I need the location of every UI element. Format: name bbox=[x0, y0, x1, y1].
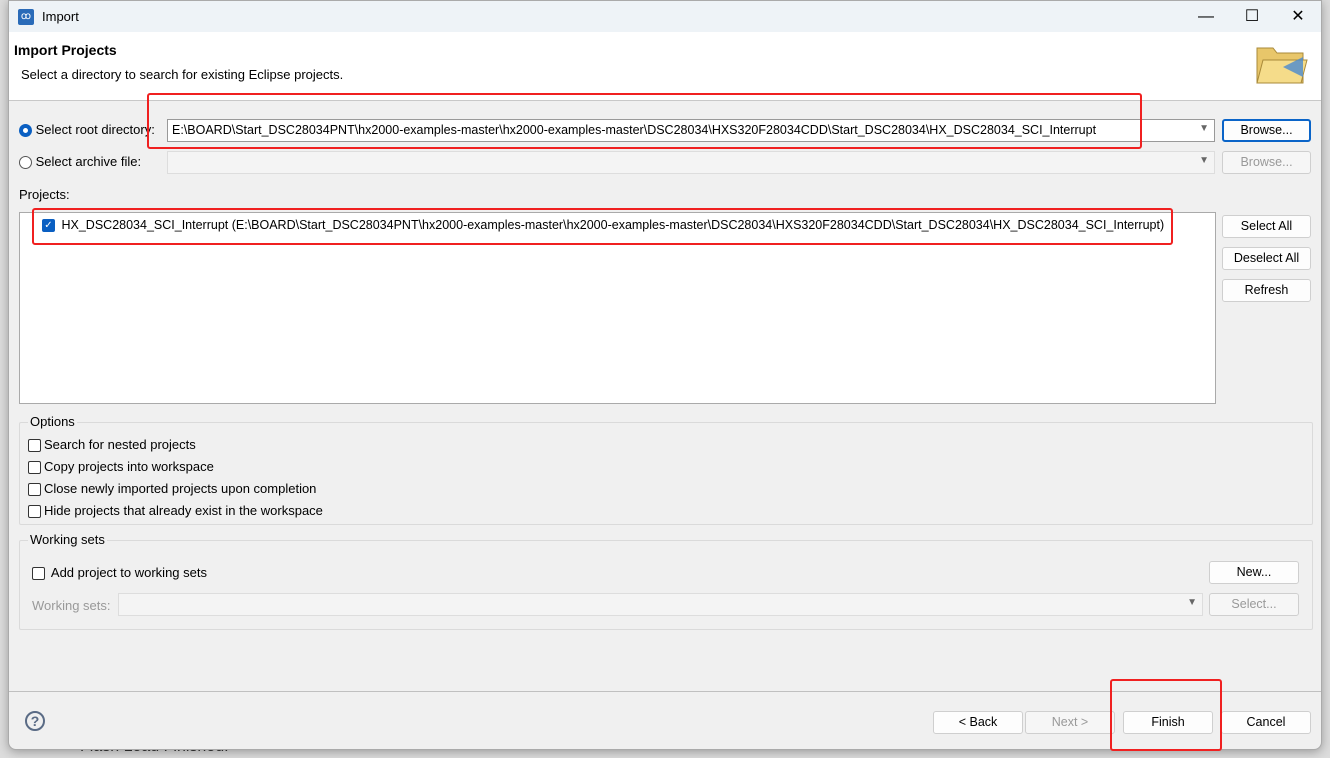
option-label: Close newly imported projects upon compl… bbox=[44, 481, 317, 496]
add-to-working-sets-label: Add project to working sets bbox=[50, 565, 207, 580]
help-icon[interactable]: ? bbox=[25, 711, 45, 731]
close-button[interactable]: ✕ bbox=[1275, 1, 1321, 32]
chevron-down-icon[interactable]: ▼ bbox=[1199, 123, 1209, 134]
add-to-working-sets-checkbox[interactable]: Add project to working sets bbox=[32, 565, 207, 581]
option-copy-projects[interactable]: Copy projects into workspace bbox=[28, 459, 214, 475]
option-hide-existing[interactable]: Hide projects that already exist in the … bbox=[28, 503, 323, 519]
projects-label: Projects: bbox=[19, 187, 70, 202]
folder-icon bbox=[1256, 47, 1308, 84]
options-title: Options bbox=[28, 414, 77, 429]
archive-file-combo[interactable]: ▼ bbox=[167, 151, 1215, 174]
chevron-down-icon[interactable]: ▼ bbox=[1187, 597, 1197, 608]
next-button[interactable]: Next > bbox=[1025, 711, 1115, 734]
option-close-projects[interactable]: Close newly imported projects upon compl… bbox=[28, 481, 317, 497]
highlight-root-directory bbox=[147, 93, 1142, 149]
working-sets-label: Working sets: bbox=[32, 598, 111, 613]
root-directory-label: Select root directory: bbox=[35, 122, 155, 137]
option-label: Hide projects that already exist in the … bbox=[44, 503, 323, 518]
page-description: Select a directory to search for existin… bbox=[21, 67, 344, 82]
new-working-set-button[interactable]: New... bbox=[1209, 561, 1299, 584]
root-directory-radio[interactable]: Select root directory: bbox=[19, 122, 155, 138]
option-nested-projects[interactable]: Search for nested projects bbox=[28, 437, 196, 453]
app-icon: ꝏ bbox=[18, 8, 34, 25]
archive-file-radio[interactable]: Select archive file: bbox=[19, 154, 142, 170]
maximize-button[interactable]: ☐ bbox=[1229, 1, 1275, 32]
option-label: Copy projects into workspace bbox=[44, 459, 214, 474]
refresh-button[interactable]: Refresh bbox=[1222, 279, 1311, 302]
archive-file-label: Select archive file: bbox=[35, 154, 142, 169]
deselect-all-button[interactable]: Deselect All bbox=[1222, 247, 1311, 270]
window-title: Import bbox=[42, 9, 79, 24]
select-all-button[interactable]: Select All bbox=[1222, 215, 1311, 238]
browse-directory-button[interactable]: Browse... bbox=[1222, 119, 1311, 142]
options-group: Options Search for nested projects Copy … bbox=[19, 414, 1313, 525]
chevron-down-icon[interactable]: ▼ bbox=[1199, 155, 1209, 166]
option-label: Search for nested projects bbox=[44, 437, 196, 452]
wizard-header: Import Projects Select a directory to se… bbox=[9, 32, 1321, 101]
browse-archive-button[interactable]: Browse... bbox=[1222, 151, 1311, 174]
title-bar: ꝏ Import — ☐ ✕ bbox=[9, 1, 1321, 32]
minimize-button[interactable]: — bbox=[1183, 1, 1229, 32]
back-button[interactable]: < Back bbox=[933, 711, 1023, 734]
working-sets-combo[interactable]: ▼ bbox=[118, 593, 1203, 616]
highlight-project bbox=[32, 208, 1173, 245]
page-title: Import Projects bbox=[14, 42, 117, 58]
select-working-sets-button[interactable]: Select... bbox=[1209, 593, 1299, 616]
highlight-finish bbox=[1110, 679, 1222, 751]
cancel-button[interactable]: Cancel bbox=[1221, 711, 1311, 734]
working-sets-group: Working sets Add project to working sets… bbox=[19, 532, 1313, 630]
working-sets-title: Working sets bbox=[28, 532, 107, 547]
